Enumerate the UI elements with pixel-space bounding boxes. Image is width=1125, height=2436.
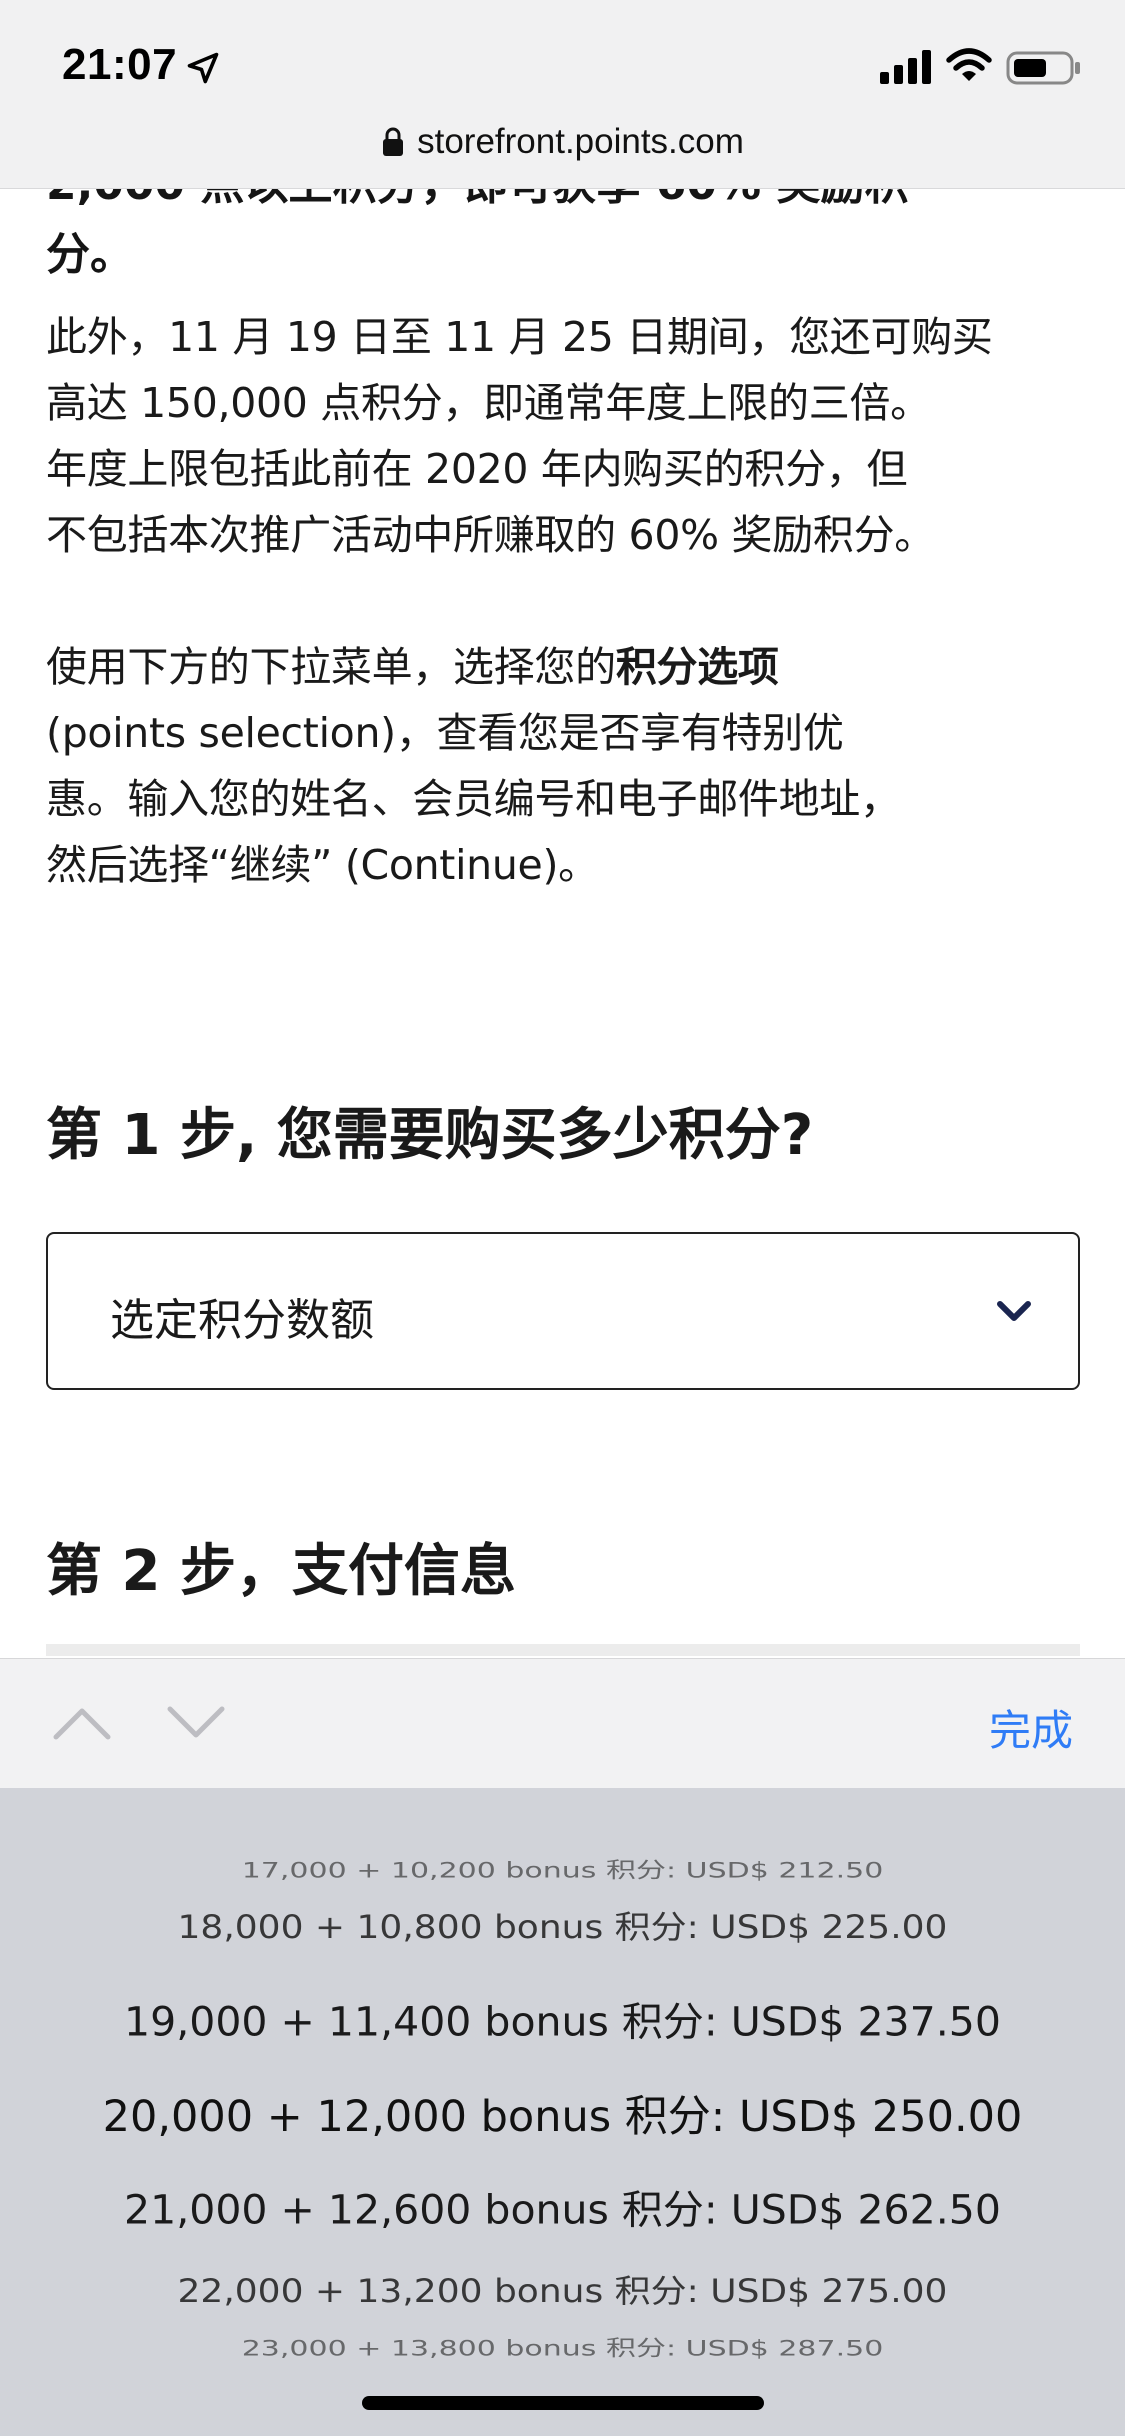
- battery-icon: [1006, 51, 1080, 85]
- step2-title: 第 2 步，支付信息: [46, 1539, 516, 1604]
- picker-item[interactable]: 21,000 + 12,600 bonus 积分: USD$ 262.50: [0, 2177, 1125, 2235]
- paragraph-line: 然后选择“继续” (Continue)。: [46, 841, 599, 889]
- points-picker-wheel[interactable]: 17,000 + 10,200 bonus 积分: USD$ 212.50 18…: [0, 1788, 1125, 2436]
- points-amount-select[interactable]: 选定积分数额: [46, 1232, 1080, 1390]
- article-content: 2,000 点以上积分，即可获享 60% 奖励积 分。 此外，11 月 19 日…: [46, 150, 1076, 898]
- step1-title: 第 1 步, 您需要购买多少积分?: [46, 1103, 814, 1168]
- picker-item[interactable]: 23,000 + 13,800 bonus 积分: USD$ 287.50: [0, 2330, 1125, 2362]
- cellular-signal-icon: [880, 50, 931, 84]
- picker-item[interactable]: 17,000 + 10,200 bonus 积分: USD$ 212.50: [0, 1852, 1125, 1884]
- done-button[interactable]: 完成: [989, 1697, 1073, 1758]
- status-time: 21:07: [62, 40, 178, 89]
- url-text: storefront.points.com: [417, 122, 744, 161]
- paragraph-instructions: 使用下方的下拉菜单，选择您的积分选项 (points selection)，查看…: [46, 634, 1076, 898]
- paragraph-line: (points selection)，查看您是否享有特别优: [46, 709, 844, 757]
- wifi-icon: [946, 48, 992, 81]
- browser-top-bar: 21:07 storefront.points.com: [0, 0, 1125, 189]
- home-indicator: [362, 2396, 764, 2410]
- picker-item-selected[interactable]: 20,000 + 12,000 bonus 积分: USD$ 250.00: [0, 2082, 1125, 2144]
- chevron-down-icon: [997, 1301, 1031, 1321]
- picker-item[interactable]: 19,000 + 11,400 bonus 积分: USD$ 237.50: [0, 1989, 1125, 2047]
- picker-accessory-bar: 完成: [0, 1658, 1125, 1789]
- paragraph-line: 此外，11 月 19 日至 11 月 25 日期间，您还可购买: [46, 313, 993, 361]
- payment-section-edge: [46, 1644, 1080, 1656]
- select-value: 选定积分数额: [110, 1295, 374, 1346]
- points-selection-emphasis: 积分选项: [615, 643, 779, 691]
- chevron-down-icon[interactable]: [166, 1701, 226, 1745]
- picker-item[interactable]: 18,000 + 10,800 bonus 积分: USD$ 225.00: [0, 1902, 1125, 1948]
- paragraph-line: 不包括本次推广活动中所赚取的 60% 奖励积分。: [46, 511, 935, 559]
- url-bar[interactable]: storefront.points.com: [0, 116, 1125, 168]
- paragraph-line: 使用下方的下拉菜单，选择您的: [46, 643, 616, 691]
- promo-bold-line: 分。: [46, 229, 134, 280]
- picker-item[interactable]: 22,000 + 13,200 bonus 积分: USD$ 275.00: [0, 2266, 1125, 2312]
- paragraph-line: 年度上限包括此前在 2020 年内购买的积分，但: [46, 445, 908, 493]
- chevron-up-icon[interactable]: [52, 1701, 112, 1745]
- location-arrow-icon: [187, 52, 219, 84]
- paragraph-line: 高达 150,000 点积分，即通常年度上限的三倍。: [46, 379, 931, 427]
- paragraph-limit-info: 此外，11 月 19 日至 11 月 25 日期间，您还可购买 高达 150,0…: [46, 304, 1076, 568]
- lock-icon: [383, 127, 404, 156]
- paragraph-line: 惠。输入您的姓名、会员编号和电子邮件地址，: [46, 775, 901, 823]
